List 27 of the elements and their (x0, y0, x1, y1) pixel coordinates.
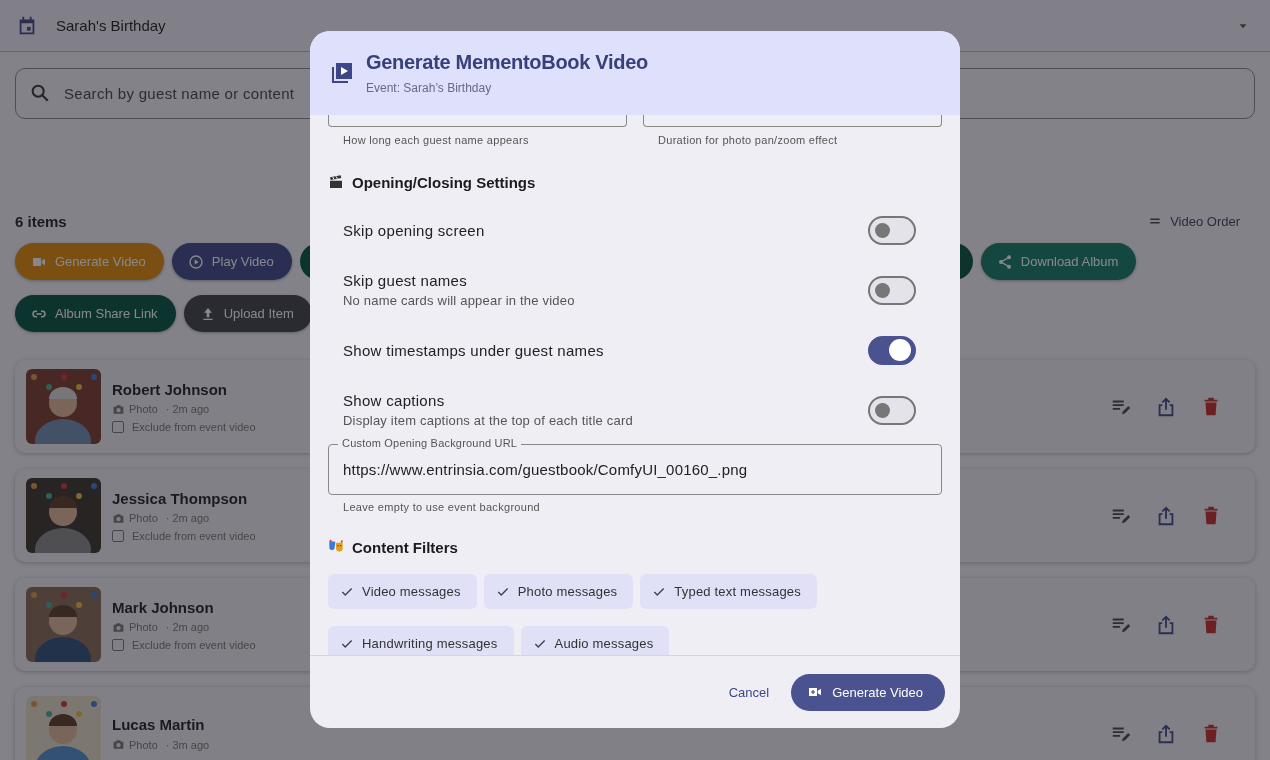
helper-text: How long each guest name appears (342, 134, 530, 146)
switch-description: No name cards will appear in the video (343, 293, 575, 308)
guest-name: Robert Johnson (112, 380, 228, 398)
item-count: 6 items (15, 212, 67, 230)
item-time: · 2m ago (165, 403, 210, 415)
field-label: Custom Opening Background URL (338, 437, 522, 449)
item-time: · 3m ago (165, 738, 210, 751)
item-time: · 2m ago (165, 621, 210, 633)
guest-name: Mark Johnson (112, 598, 215, 616)
event-title: Sarah's Birthday (56, 17, 167, 34)
dialog-subtitle: Event: Sarah’s Birthday (366, 81, 493, 95)
item-type: Photo (129, 512, 158, 524)
switch-label: Skip guest names (343, 272, 469, 289)
helper-text: Duration for photo pan/zoom effect (657, 134, 839, 146)
item-type: Photo (129, 738, 158, 751)
dialog-title: Generate MementoBook Video (366, 51, 648, 74)
item-time: · 2m ago (165, 512, 210, 524)
switch-description: Display item captions at the top of each title card (343, 413, 633, 428)
item-type: Photo (129, 403, 158, 415)
guest-name: Lucas Martin (112, 716, 206, 733)
section-title: Content Filters (352, 538, 458, 556)
switch-label: Show captions (343, 392, 446, 409)
switch-label: Show timestamps under guest names (343, 341, 604, 359)
section-title: Opening/Closing Settings (352, 173, 536, 191)
switch-label: Skip opening screen (343, 221, 485, 239)
helper-text: Leave empty to use event background (342, 501, 541, 513)
item-type: Photo (129, 621, 158, 633)
